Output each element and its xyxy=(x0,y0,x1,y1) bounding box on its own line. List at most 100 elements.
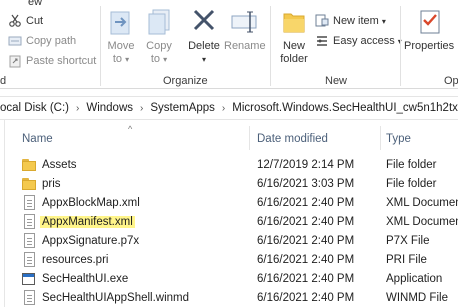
file-row[interactable]: SecHealthUI.exe 6/16/2021 2:40 PM Applic… xyxy=(20,269,458,288)
breadcrumb-windows[interactable]: Windows xyxy=(83,102,136,114)
file-name: SecHealthUIAppShell.winmd xyxy=(42,291,190,304)
paste-shortcut-icon xyxy=(8,54,22,68)
file-icon xyxy=(24,252,35,267)
file-type: WINMD File xyxy=(386,291,448,304)
file-date: 6/16/2021 2:40 PM xyxy=(257,196,355,209)
file-date: 6/16/2021 2:40 PM xyxy=(257,215,355,228)
ribbon-tab-label-cut: ew xyxy=(28,0,43,8)
file-type: PRI File xyxy=(386,253,427,266)
file-type: File folder xyxy=(386,177,437,190)
file-name: AppxBlockMap.xml xyxy=(42,196,140,209)
cut-button[interactable]: Cut xyxy=(8,12,43,30)
folder-icon xyxy=(22,157,37,172)
move-to-dropdown-icon: ▾ xyxy=(125,55,130,64)
ribbon-group-separator xyxy=(100,6,101,86)
ribbon-group-separator xyxy=(400,6,401,86)
rename-button[interactable]: Rename xyxy=(224,8,266,53)
file-name: AppxSignature.p7x xyxy=(42,234,140,247)
easy-access-button[interactable]: Easy access ▾ xyxy=(315,32,402,50)
paste-shortcut-label: Paste shortcut xyxy=(26,55,97,67)
paste-shortcut-button[interactable]: Paste shortcut xyxy=(8,52,96,70)
exe-icon xyxy=(22,273,35,285)
file-date: 12/7/2019 2:14 PM xyxy=(257,158,355,171)
column-separator[interactable] xyxy=(380,126,381,150)
copy-to-label-2: to xyxy=(150,53,161,65)
file-row[interactable]: SecHealthUIAppShell.winmd 6/16/2021 2:40… xyxy=(20,288,458,307)
file-name: pris xyxy=(42,177,61,190)
file-row[interactable]: AppxSignature.p7x 6/16/2021 2:40 PM P7X … xyxy=(20,231,458,250)
file-type: P7X File xyxy=(386,234,430,247)
file-row[interactable]: Assets 12/7/2019 2:14 PM File folder xyxy=(20,155,458,174)
new-item-dropdown-icon: ▾ xyxy=(381,16,386,26)
breadcrumb-chevron-icon[interactable]: › xyxy=(136,103,147,114)
easy-access-icon xyxy=(315,34,329,48)
address-bar[interactable]: ocal Disk (C:) › Windows › SystemApps › … xyxy=(0,96,458,120)
file-name: Assets xyxy=(42,158,77,171)
file-date: 6/16/2021 2:40 PM xyxy=(257,272,355,285)
file-type: Application xyxy=(386,272,443,285)
properties-label: Properties xyxy=(404,40,455,52)
file-type: XML Document xyxy=(386,215,458,228)
file-row[interactable]: resources.pri 6/16/2021 2:40 PM PRI File xyxy=(20,250,458,269)
file-date: 6/16/2021 2:40 PM xyxy=(257,291,355,304)
file-icon xyxy=(24,290,35,305)
copy-to-button[interactable]: Copy to ▾ xyxy=(144,8,174,66)
new-item-icon xyxy=(315,14,329,28)
breadcrumb-local-disk[interactable]: ocal Disk (C:) xyxy=(0,102,72,114)
breadcrumb-systemapps[interactable]: SystemApps xyxy=(147,102,218,114)
move-to-icon xyxy=(109,8,133,36)
column-separator[interactable] xyxy=(249,126,250,150)
xml-file-icon xyxy=(24,195,35,210)
rename-label: Rename xyxy=(224,40,266,52)
column-header-name[interactable]: Name xyxy=(22,128,53,150)
delete-button[interactable]: Delete ▾ xyxy=(186,8,222,66)
new-item-button[interactable]: New item ▾ xyxy=(315,12,386,30)
new-folder-label-2: folder xyxy=(280,53,308,65)
delete-x-icon xyxy=(192,8,216,36)
xml-file-icon xyxy=(24,214,35,229)
new-item-label: New item xyxy=(333,15,379,27)
file-date: 6/16/2021 3:03 PM xyxy=(257,177,355,190)
organize-group-label: Organize xyxy=(163,75,208,87)
properties-icon xyxy=(418,8,442,36)
open-group-label: Op xyxy=(444,75,458,87)
new-folder-button[interactable]: New folder xyxy=(276,8,312,66)
file-row[interactable]: pris 6/16/2021 3:03 PM File folder xyxy=(20,174,458,193)
cut-label: Cut xyxy=(26,15,44,27)
ribbon: ew Cut Copy path Paste shortcut d Move t… xyxy=(0,0,458,89)
new-group-label: New xyxy=(325,75,348,87)
navigation-pane-edge xyxy=(4,120,5,307)
copy-to-dropdown-icon: ▾ xyxy=(163,55,168,64)
rename-icon xyxy=(230,8,258,36)
file-date: 6/16/2021 2:40 PM xyxy=(257,253,355,266)
file-type: File folder xyxy=(386,158,437,171)
delete-dropdown-icon: ▾ xyxy=(201,55,206,64)
delete-label: Delete xyxy=(188,40,220,52)
column-header-type[interactable]: Type xyxy=(386,128,411,150)
folder-icon xyxy=(22,176,37,191)
clipboard-group-label: d xyxy=(0,75,7,87)
ribbon-group-separator xyxy=(270,6,271,86)
file-icon xyxy=(24,233,35,248)
breadcrumb-sechealthui[interactable]: Microsoft.Windows.SecHealthUI_cw5n1h2txy… xyxy=(229,102,458,114)
file-type: XML Document xyxy=(386,196,458,209)
file-row[interactable]: AppxBlockMap.xml 6/16/2021 2:40 PM XML D… xyxy=(20,193,458,212)
move-to-label: Move xyxy=(107,40,135,52)
easy-access-label: Easy access xyxy=(333,35,395,47)
copy-path-button[interactable]: Copy path xyxy=(8,32,76,50)
breadcrumb-chevron-icon[interactable]: › xyxy=(218,103,229,114)
copy-to-icon xyxy=(147,8,171,36)
breadcrumb-chevron-icon[interactable]: › xyxy=(72,103,83,114)
move-to-button[interactable]: Move to ▾ xyxy=(106,8,136,66)
new-folder-icon xyxy=(281,8,307,36)
file-name: resources.pri xyxy=(42,253,109,266)
copy-path-label: Copy path xyxy=(26,35,77,47)
copy-to-label: Copy xyxy=(146,40,172,52)
new-folder-label: New xyxy=(282,40,305,52)
file-date: 6/16/2021 2:40 PM xyxy=(257,234,355,247)
column-header-date-modified[interactable]: Date modified xyxy=(257,128,328,150)
file-row-highlighted[interactable]: AppxManifest.xml 6/16/2021 2:40 PM XML D… xyxy=(20,212,458,231)
sort-ascending-icon: ^ xyxy=(128,124,133,134)
copy-path-icon xyxy=(8,34,22,48)
properties-button[interactable]: Properties xyxy=(404,8,458,53)
